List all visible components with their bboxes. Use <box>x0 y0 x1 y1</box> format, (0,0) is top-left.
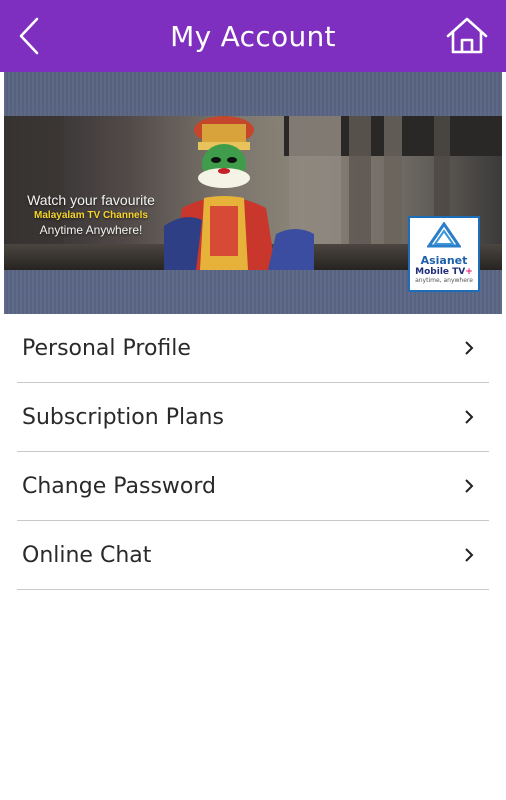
chevron-right-icon <box>465 548 474 562</box>
menu-item-label: Subscription Plans <box>22 404 224 430</box>
menu-item-label: Change Password <box>22 473 216 499</box>
menu-item-label: Online Chat <box>22 542 152 568</box>
app-header: My Account <box>0 0 506 72</box>
chevron-right-icon <box>465 410 474 424</box>
logo-sub-text: Mobile TV <box>415 267 466 277</box>
tagline-line1: Watch your favourite <box>27 192 155 208</box>
logo-plus: + <box>465 267 473 277</box>
menu-item-personal-profile[interactable]: Personal Profile <box>17 314 489 383</box>
menu-item-online-chat[interactable]: Online Chat <box>17 521 489 590</box>
asianet-logo: Asianet Mobile TV+ anytime, anywhere <box>408 216 480 292</box>
promo-banner[interactable]: Watch your favourite Malayalam TV Channe… <box>4 72 502 314</box>
tagline-line3: Anytime Anywhere! <box>39 223 143 237</box>
home-icon <box>446 17 488 54</box>
logo-tagline: anytime, anywhere <box>415 277 473 284</box>
kathakali-performer-image <box>164 116 314 270</box>
chevron-right-icon <box>465 479 474 493</box>
menu-item-subscription-plans[interactable]: Subscription Plans <box>17 383 489 452</box>
logo-name: Asianet <box>420 254 468 267</box>
logo-subtitle: Mobile TV+ <box>410 267 478 277</box>
menu-item-label: Personal Profile <box>22 335 191 361</box>
menu-item-change-password[interactable]: Change Password <box>17 452 489 521</box>
asianet-triangle-icon <box>426 221 462 248</box>
tagline-line2: Malayalam TV Channels <box>34 210 148 221</box>
home-button[interactable] <box>442 12 492 60</box>
page-title: My Account <box>170 19 336 53</box>
chevron-right-icon <box>465 341 474 355</box>
account-menu: Personal Profile Subscription Plans Chan… <box>17 314 489 590</box>
banner-tagline: Watch your favourite Malayalam TV Channe… <box>16 192 166 237</box>
